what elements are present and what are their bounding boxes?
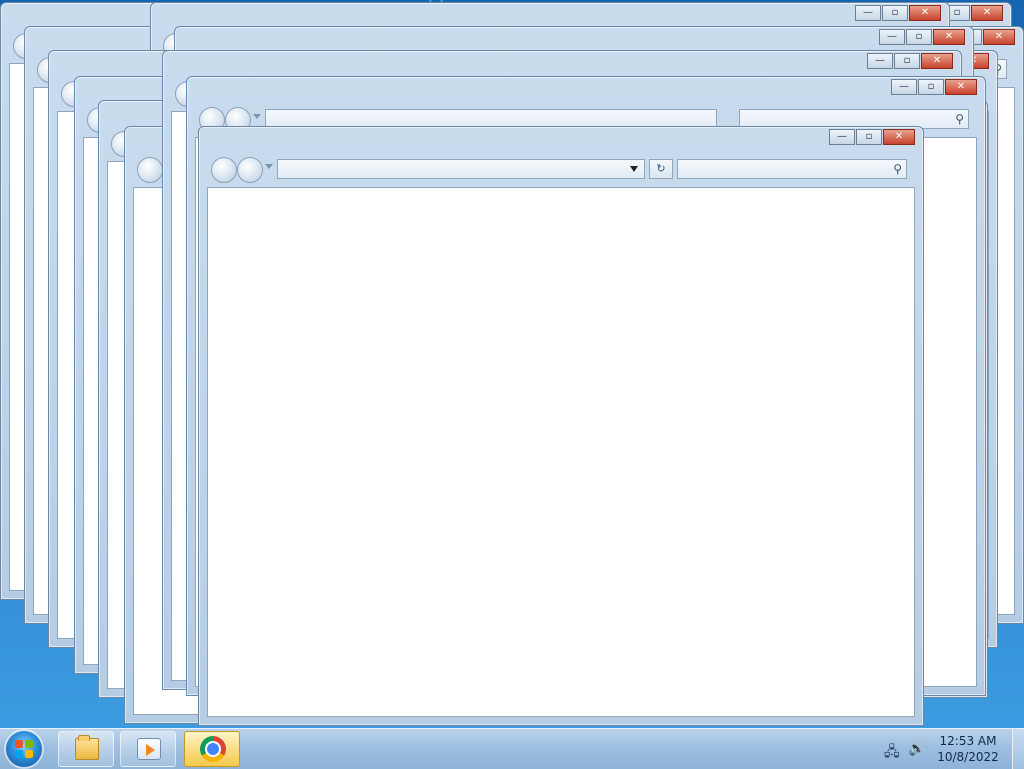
minimize-button[interactable]: —	[829, 129, 855, 145]
close-button[interactable]: ✕	[971, 5, 1003, 21]
search-icon[interactable]: ⚲	[893, 162, 902, 176]
maximize-button[interactable]: ▫	[918, 79, 944, 95]
minimize-button[interactable]: —	[855, 5, 881, 21]
refresh-button[interactable]: ↻	[649, 159, 673, 179]
clock[interactable]: 12:53 AM 10/8/2022	[936, 733, 1000, 765]
windows-flag-icon	[15, 740, 33, 758]
clock-time: 12:53 AM	[939, 734, 997, 748]
forward-button[interactable]	[237, 157, 263, 183]
close-button[interactable]: ✕	[883, 129, 915, 145]
browser-window-front[interactable]: — ▫ ✕ ↻ ⚲	[198, 126, 924, 726]
system-tray: 🖧 🔊 12:53 AM 10/8/2022	[884, 729, 1024, 769]
show-desktop-button[interactable]	[1012, 729, 1024, 769]
taskbar: 🖧 🔊 12:53 AM 10/8/2022	[0, 728, 1024, 769]
window-caption-buttons: —▫✕	[890, 79, 977, 95]
window-caption-buttons: —▫✕	[828, 129, 915, 145]
window-content-area[interactable]	[207, 187, 915, 717]
media-player-icon	[137, 738, 161, 760]
close-button[interactable]: ✕	[921, 53, 953, 69]
start-button[interactable]	[6, 731, 42, 767]
minimize-button[interactable]: —	[891, 79, 917, 95]
minimize-button[interactable]: —	[867, 53, 893, 69]
history-dropdown-icon[interactable]	[253, 114, 261, 119]
close-button[interactable]: ✕	[945, 79, 977, 95]
address-bar[interactable]	[277, 159, 645, 179]
close-button[interactable]: ✕	[983, 29, 1015, 45]
window-caption-buttons: —▫✕	[878, 29, 965, 45]
folder-icon	[75, 735, 99, 760]
back-button[interactable]	[137, 157, 163, 183]
history-dropdown-icon[interactable]	[265, 164, 273, 169]
taskbar-explorer-button[interactable]	[58, 731, 114, 767]
close-button[interactable]: ✕	[933, 29, 965, 45]
maximize-button[interactable]: ▫	[856, 129, 882, 145]
search-box[interactable]: ⚲	[677, 159, 907, 179]
maximize-button[interactable]: ▫	[906, 29, 932, 45]
window-caption-buttons: —▫✕	[866, 53, 953, 69]
chrome-icon	[200, 736, 226, 762]
maximize-button[interactable]: ▫	[894, 53, 920, 69]
back-button[interactable]	[211, 157, 237, 183]
taskbar-chrome-button[interactable]	[184, 731, 240, 767]
maximize-button[interactable]: ▫	[882, 5, 908, 21]
network-icon[interactable]: 🖧	[884, 741, 900, 765]
search-icon[interactable]: ⚲	[955, 112, 964, 126]
desktop: —▫✕⚲—▫✕⚲—▫✕⚲—▫✕⚲—▫✕⚲—▫✕⚲—▫✕⚲—▫✕⚲—▫✕⚲—▫✕⚲…	[0, 0, 1024, 728]
close-button[interactable]: ✕	[909, 5, 941, 21]
navigation-bar: ↻ ⚲	[207, 155, 915, 183]
taskbar-media-player-button[interactable]	[120, 731, 176, 767]
volume-icon[interactable]: 🔊	[908, 741, 925, 757]
address-dropdown-icon[interactable]	[630, 166, 638, 172]
minimize-button[interactable]: —	[879, 29, 905, 45]
window-caption-buttons: —▫✕	[854, 5, 941, 21]
clock-date: 10/8/2022	[937, 750, 999, 764]
